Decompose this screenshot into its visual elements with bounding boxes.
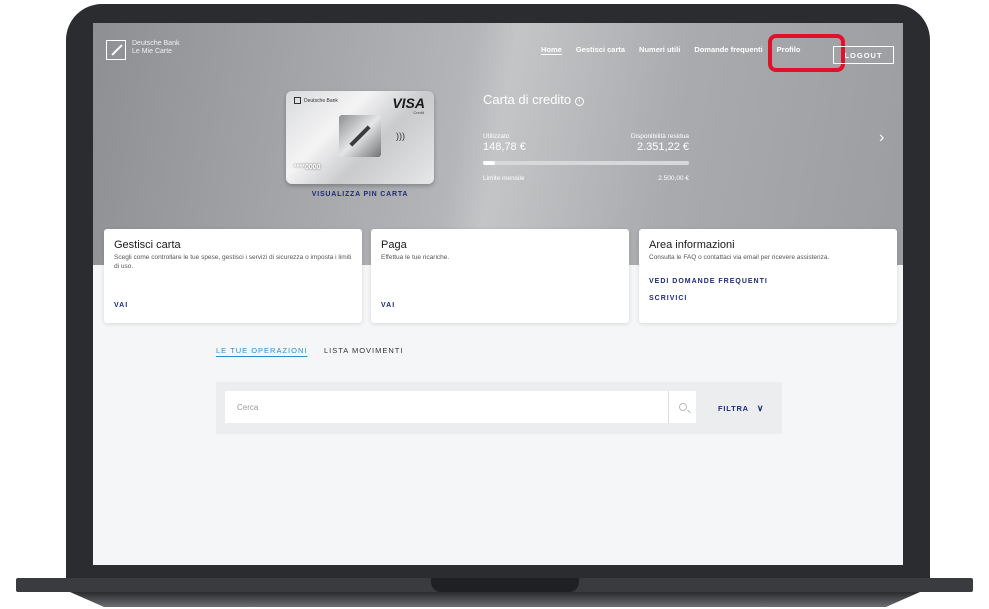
nav-home[interactable]: Home: [541, 45, 562, 54]
card-logo-icon: [294, 97, 301, 104]
box-area-informazioni: Area informazioni Consulta le FAQ o cont…: [639, 229, 897, 323]
usage-progress-fill: [483, 161, 496, 165]
box-paga: Paga Effettua le tue ricariche. VAI: [371, 229, 629, 323]
card-emblem-icon: [339, 115, 381, 157]
card-number: ****0000: [294, 164, 321, 171]
nav-gestisci-carta[interactable]: Gestisci carta: [576, 45, 625, 54]
used-label: Utilizzato: [483, 133, 510, 140]
available-label: Disponibilità residua: [630, 133, 689, 140]
card-network-sub: Credit: [413, 110, 424, 115]
info-icon[interactable]: i: [575, 97, 585, 106]
usage-progress-bar: [483, 161, 689, 165]
brand-line-2: Le Mie Carte: [132, 48, 173, 55]
search-icon: [678, 403, 687, 411]
app-screen: Deutsche Bank Le Mie Carte Home Gestisci…: [93, 23, 903, 565]
vai-link[interactable]: VAI: [381, 302, 395, 309]
box-title: Area informazioni: [649, 239, 735, 251]
credit-card-image: Deutsche Bank VISA Credit ))) ****0000: [286, 91, 434, 184]
search-input[interactable]: [225, 391, 681, 423]
vai-link[interactable]: VAI: [114, 302, 128, 309]
box-title: Paga: [381, 239, 407, 251]
limit-value: 2.500,00 €: [658, 175, 689, 182]
tab-lista-movimenti[interactable]: LISTA MOVIMENTI: [324, 346, 403, 355]
laptop-base-lip: [70, 592, 920, 607]
contactless-icon: ))): [396, 131, 405, 141]
limit-label: Limite mensile: [483, 175, 525, 182]
used-value: 148,78 €: [483, 141, 526, 153]
view-pin-link[interactable]: VISUALIZZA PIN CARTA: [290, 191, 430, 198]
tab-le-tue-operazioni[interactable]: LE TUE OPERAZIONI: [216, 346, 307, 355]
box-text: Consulta le FAQ o contattaci via email p…: [649, 254, 830, 261]
deutsche-bank-logo-icon: [106, 40, 126, 60]
filter-button[interactable]: FILTRA ∨: [718, 403, 764, 414]
search-button[interactable]: [668, 391, 696, 423]
chevron-down-icon: ∨: [756, 403, 765, 413]
card-network: VISA: [392, 95, 425, 111]
credit-card-title: Carta di credito i: [483, 92, 585, 107]
chevron-right-icon[interactable]: ›: [879, 129, 884, 147]
scrivici-link[interactable]: SCRIVICI: [649, 295, 687, 302]
filter-label: FILTRA: [718, 404, 749, 413]
faq-link[interactable]: VEDI DOMANDE FREQUENTI: [649, 278, 768, 285]
card-brand-text: Deutsche Bank: [304, 97, 338, 104]
available-value: 2.351,22 €: [637, 141, 689, 153]
nav-numeri-utili[interactable]: Numeri utili: [639, 45, 680, 54]
laptop-mockup: Deutsche Bank Le Mie Carte Home Gestisci…: [0, 0, 989, 609]
brand-logo[interactable]: Deutsche Bank Le Mie Carte: [106, 40, 179, 60]
logout-button[interactable]: LOGOUT: [833, 46, 894, 64]
box-gestisci-carta: Gestisci carta Scegli come controllare l…: [104, 229, 362, 323]
box-text: Scegli come controllare le tue spese, ge…: [114, 254, 352, 270]
nav-domande-frequenti[interactable]: Domande frequenti: [694, 45, 762, 54]
brand-text: Deutsche Bank Le Mie Carte: [132, 40, 179, 56]
brand-line-1: Deutsche Bank: [132, 40, 180, 47]
credit-title-text: Carta di credito: [483, 92, 572, 107]
card-brand: Deutsche Bank: [294, 97, 338, 104]
laptop-notch: [431, 578, 579, 592]
box-title: Gestisci carta: [114, 239, 181, 251]
box-text: Effettua le tue ricariche.: [381, 254, 450, 261]
